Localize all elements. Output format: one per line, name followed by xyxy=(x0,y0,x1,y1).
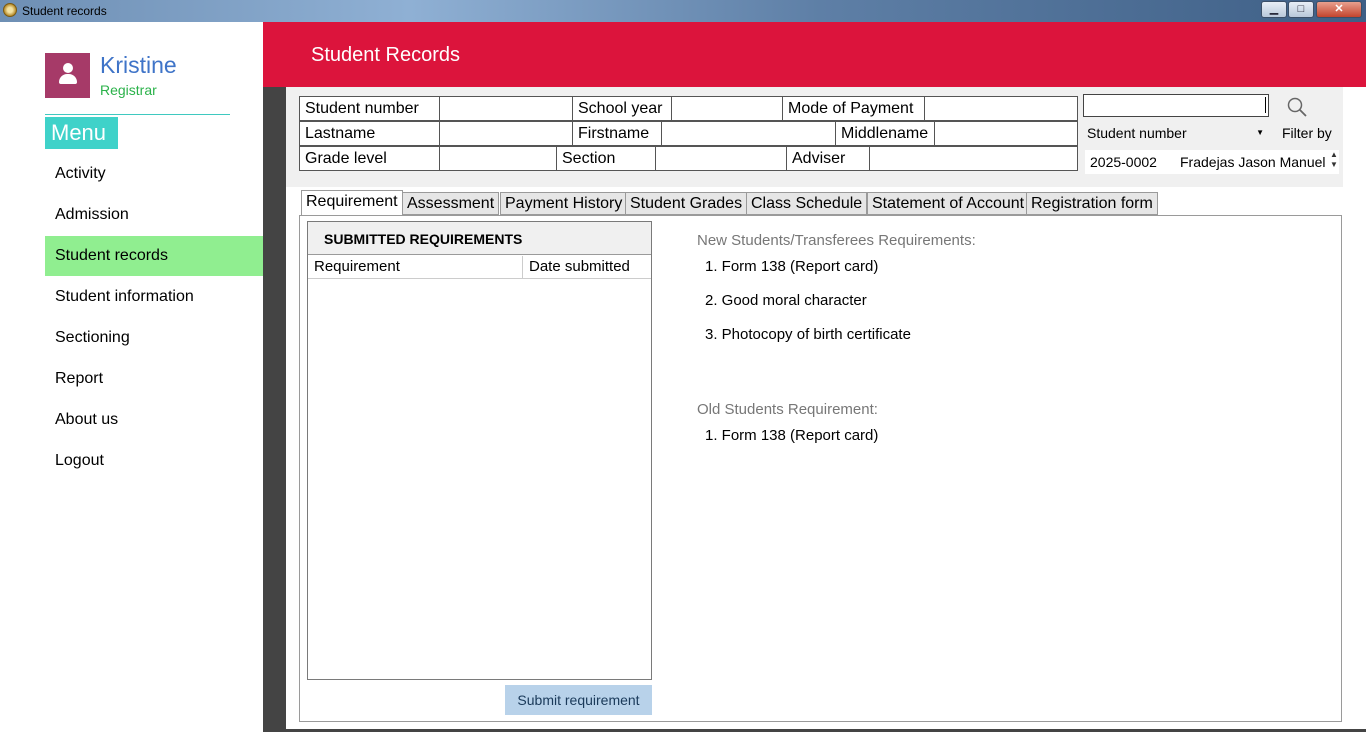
menu-title: Menu xyxy=(45,117,118,149)
main-area: Student Records Student number School ye… xyxy=(263,22,1366,732)
text-cursor xyxy=(1265,97,1266,113)
middlename-value xyxy=(934,121,1078,146)
user-role: Registrar xyxy=(100,82,157,98)
label-school-year: School year xyxy=(572,96,672,121)
grade-level-value xyxy=(439,146,557,171)
requirement-item: 1. Form 138 (Report card) xyxy=(705,427,879,444)
lastname-value xyxy=(439,121,573,146)
submit-requirement-button[interactable]: Submit requirement xyxy=(505,685,652,715)
new-students-requirements-heading: New Students/Transferees Requirements: xyxy=(697,232,976,249)
nav-item-student-records[interactable]: Student records xyxy=(45,236,263,276)
requirement-tab-content: SUBMITTED REQUIREMENTS Requirement Date … xyxy=(299,215,1342,722)
submitted-requirements-table: SUBMITTED REQUIREMENTS Requirement Date … xyxy=(307,221,652,680)
tab-requirement[interactable]: Requirement xyxy=(301,190,403,217)
label-adviser: Adviser xyxy=(786,146,870,171)
result-student-name: Fradejas Jason Manuel xyxy=(1180,154,1326,170)
search-result-item[interactable]: 2025-0002 Fradejas Jason Manuel xyxy=(1085,150,1330,174)
page-title: Student Records xyxy=(311,44,460,66)
requirement-item: 3. Photocopy of birth certificate xyxy=(705,326,911,343)
label-mode-of-payment: Mode of Payment xyxy=(782,96,925,121)
nav-item-logout[interactable]: Logout xyxy=(45,441,263,481)
nav-item-sectioning[interactable]: Sectioning xyxy=(45,318,263,358)
result-student-number: 2025-0002 xyxy=(1090,154,1157,170)
mode-of-payment-value xyxy=(924,96,1078,121)
page-header: Student Records xyxy=(263,22,1366,87)
nav-item-admission[interactable]: Admission xyxy=(45,195,263,235)
label-student-number: Student number xyxy=(299,96,440,121)
nav-item-activity[interactable]: Activity xyxy=(45,154,263,194)
maximize-button[interactable]: □ xyxy=(1288,1,1314,18)
label-firstname: Firstname xyxy=(572,121,662,146)
chevron-down-icon: ▼ xyxy=(1256,128,1264,137)
label-middlename: Middlename xyxy=(835,121,935,146)
search-input[interactable] xyxy=(1083,94,1269,117)
tab-assessment[interactable]: Assessment xyxy=(402,192,500,215)
minimize-button[interactable]: ▁ xyxy=(1261,1,1287,18)
nav-item-report[interactable]: Report xyxy=(45,359,263,399)
requirement-item: 1. Form 138 (Report card) xyxy=(705,258,879,275)
label-lastname: Lastname xyxy=(299,121,440,146)
column-header-requirement[interactable]: Requirement xyxy=(308,256,523,279)
tab-registration-form[interactable]: Registration form xyxy=(1026,192,1158,215)
user-icon-body xyxy=(59,74,77,84)
divider xyxy=(45,114,230,115)
window-titlebar: Student records ▁ □ ✕ xyxy=(0,0,1366,22)
content-panel: Student number School year Mode of Payme… xyxy=(286,87,1366,729)
nav-item-about-us[interactable]: About us xyxy=(45,400,263,440)
label-grade-level: Grade level xyxy=(299,146,440,171)
filter-selected-value: Student number xyxy=(1087,125,1187,141)
tab-payment-history[interactable]: Payment History xyxy=(500,192,628,215)
tab-student-grades[interactable]: Student Grades xyxy=(625,192,748,215)
filter-by-label: Filter by xyxy=(1282,125,1332,141)
column-header-date-submitted[interactable]: Date submitted xyxy=(523,256,651,279)
user-icon xyxy=(63,63,73,73)
tab-statement-of-account[interactable]: Statement of Account xyxy=(867,192,1030,215)
user-name: Kristine xyxy=(100,52,177,78)
label-section: Section xyxy=(556,146,656,171)
list-scroll-spinner[interactable]: ▲ ▼ xyxy=(1329,150,1339,174)
filter-by-select[interactable]: Student number ▼ xyxy=(1083,122,1270,144)
requirement-item: 2. Good moral character xyxy=(705,292,867,309)
firstname-value xyxy=(661,121,836,146)
student-number-value xyxy=(439,96,573,121)
search-icon[interactable] xyxy=(1286,96,1308,118)
adviser-value xyxy=(869,146,1078,171)
old-students-requirement-heading: Old Students Requirement: xyxy=(697,401,878,418)
window-title: Student records xyxy=(22,4,107,18)
submitted-requirements-title: SUBMITTED REQUIREMENTS xyxy=(308,222,651,255)
section-value xyxy=(655,146,787,171)
close-button[interactable]: ✕ xyxy=(1316,1,1362,18)
tab-class-schedule[interactable]: Class Schedule xyxy=(746,192,868,215)
nav-item-student-information[interactable]: Student information xyxy=(45,277,263,317)
school-year-value xyxy=(671,96,783,121)
avatar xyxy=(45,53,90,98)
app-icon xyxy=(3,3,17,17)
sidebar: Kristine Registrar Menu Activity Admissi… xyxy=(0,22,263,732)
